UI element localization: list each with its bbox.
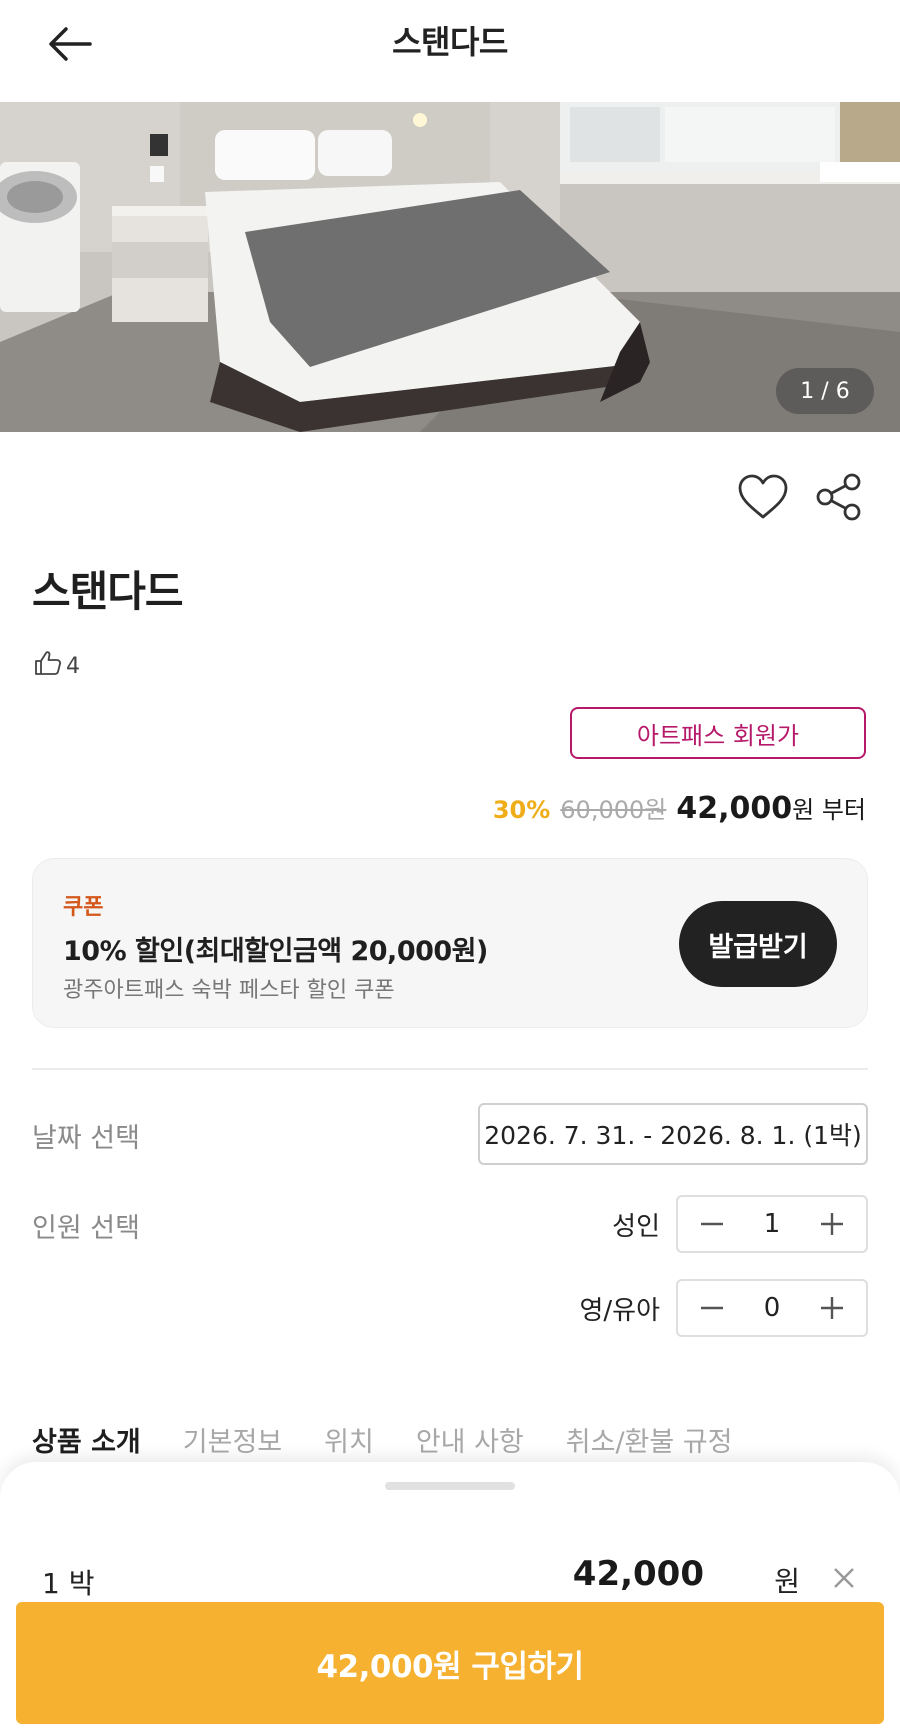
heart-icon[interactable] <box>736 470 790 524</box>
purchase-sheet: 1 박 42,000 원 42,000원 구입하기 <box>0 1462 900 1736</box>
child-stepper: 0 <box>676 1279 868 1337</box>
section-tabs: 상품 소개 기본정보 위치 안내 사항 취소/환불 규정 <box>32 1420 733 1459</box>
date-label: 날짜 선택 <box>32 1123 140 1154</box>
final-price: 42,000 <box>676 791 793 826</box>
thumbs-up-icon <box>34 650 62 682</box>
adult-count: 1 <box>763 1209 781 1239</box>
sheet-handle[interactable] <box>385 1482 515 1490</box>
close-icon[interactable] <box>824 1558 864 1598</box>
price-suffix: 원 부터 <box>792 796 866 824</box>
child-label: 영/유아 <box>579 1296 660 1326</box>
image-counter: 1 / 6 <box>776 368 874 414</box>
coupon-label: 쿠폰 <box>63 895 104 920</box>
price-row: 30% 60,000원 42,000 원 부터 <box>493 790 866 826</box>
date-picker[interactable]: 2026. 7. 31. - 2026. 8. 1. (1박) <box>478 1103 868 1165</box>
guest-label: 인원 선택 <box>32 1213 140 1244</box>
tab-refund-policy[interactable]: 취소/환불 규정 <box>566 1420 733 1459</box>
tab-notice[interactable]: 안내 사항 <box>416 1420 524 1459</box>
minus-icon[interactable] <box>690 1286 734 1330</box>
plus-icon[interactable] <box>810 1286 854 1330</box>
coupon-title: 10% 할인(최대할인금액 20,000원) <box>63 936 488 967</box>
sheet-price-unit: 원 <box>774 1565 800 1598</box>
adult-stepper: 1 <box>676 1195 868 1253</box>
page-title: 스탠다드 <box>392 23 508 61</box>
likes-count: 4 <box>66 653 80 679</box>
action-bar <box>736 470 866 524</box>
nights-count: 1 박 <box>42 1567 95 1600</box>
child-count: 0 <box>763 1293 781 1323</box>
coupon-description: 광주아트패스 숙박 페스타 할인 쿠폰 <box>63 978 395 1003</box>
sheet-total-price: 42,000 <box>572 1554 704 1594</box>
app-header: 스탠다드 <box>0 0 900 102</box>
divider <box>32 1068 868 1070</box>
issue-coupon-button[interactable]: 발급받기 <box>679 901 837 987</box>
tab-location[interactable]: 위치 <box>324 1420 374 1459</box>
tab-product-intro[interactable]: 상품 소개 <box>32 1420 141 1459</box>
likes[interactable]: 4 <box>34 650 80 682</box>
buy-button[interactable]: 42,000원 구입하기 <box>16 1602 884 1724</box>
minus-icon[interactable] <box>690 1202 734 1246</box>
coupon-card: 쿠폰 10% 할인(최대할인금액 20,000원) 광주아트패스 숙박 페스타 … <box>32 858 868 1028</box>
room-photo[interactable]: 1 / 6 <box>0 102 900 432</box>
back-arrow-icon[interactable] <box>44 18 96 70</box>
plus-icon[interactable] <box>810 1202 854 1246</box>
share-icon[interactable] <box>812 470 866 524</box>
member-price-badge: 아트패스 회원가 <box>570 707 866 759</box>
tab-basic-info[interactable]: 기본정보 <box>183 1420 282 1459</box>
original-price: 60,000원 <box>560 796 667 824</box>
adult-label: 성인 <box>612 1212 660 1242</box>
room-title: 스탠다드 <box>32 567 184 616</box>
discount-rate: 30% <box>492 796 551 824</box>
